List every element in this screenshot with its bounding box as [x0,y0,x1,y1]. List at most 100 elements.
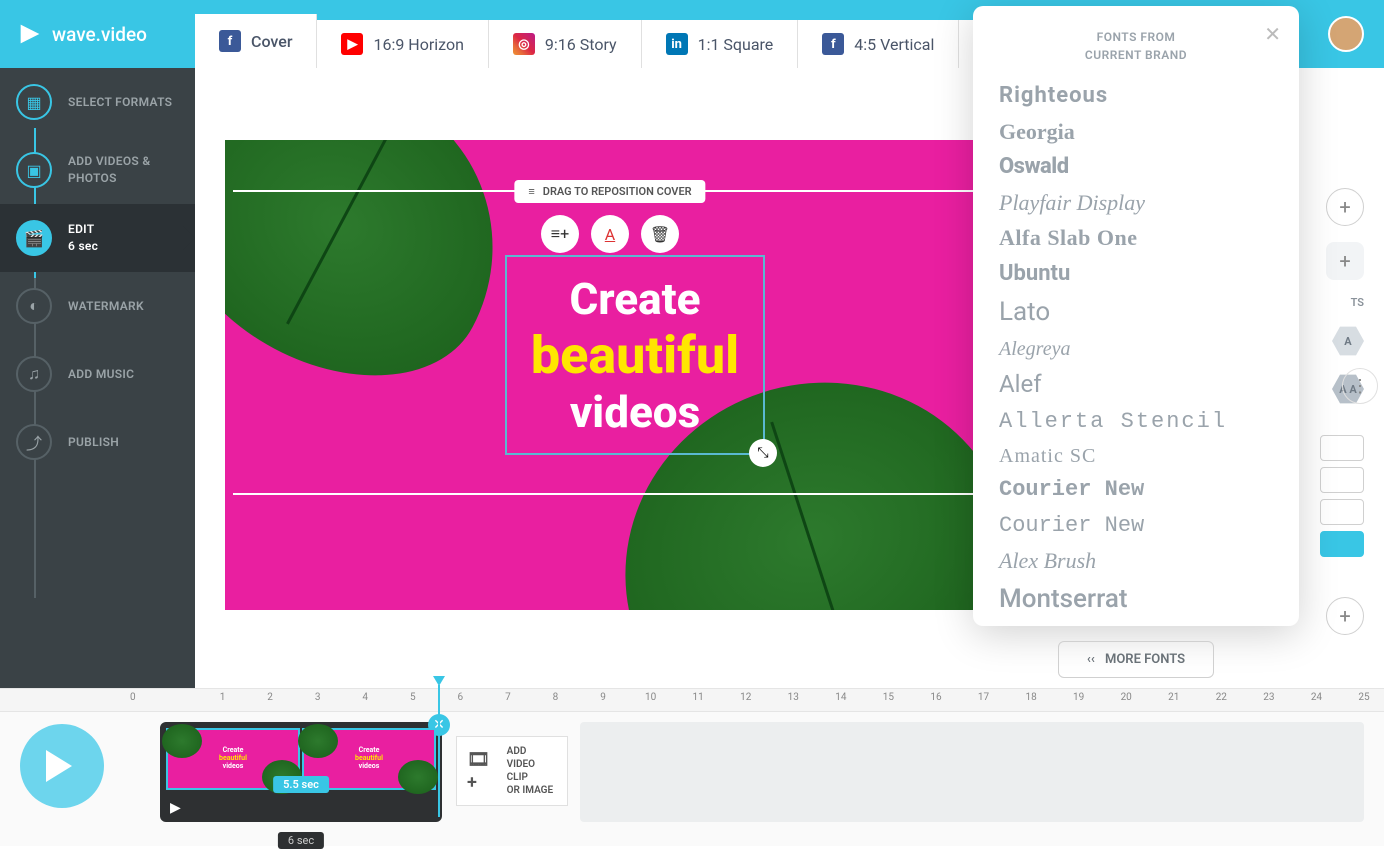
facebook-icon: f [219,30,241,52]
add-clip-label: ADD VIDEO CLIP OR IMAGE [507,745,557,797]
step-select-formats[interactable]: ▦ SELECT FORMATS [0,68,195,136]
tab-label: 1:1 Square [698,35,774,54]
more-fonts-button[interactable]: ‹‹ MORE FONTS [1058,641,1214,678]
clip-total-duration: 6 sec [278,832,324,849]
font-picker-popup: ✕ FONTS FROMCURRENT BRAND Righteous Georg… [973,6,1299,626]
video-clip[interactable]: ✕ Createbeautifulvideos Createbeautifulv… [160,722,442,822]
music-icon: ♫ [16,356,52,392]
tab-story[interactable]: ◎ 9:16 Story [489,20,642,68]
step-publish[interactable]: ⤴ PUBLISH [0,408,195,476]
add-button-bottom[interactable]: + [1326,597,1364,635]
font-option[interactable]: Ubuntu [999,260,1273,289]
reposition-label[interactable]: ≡ DRAG TO REPOSITION COVER [514,180,705,203]
step-music[interactable]: ♫ ADD MUSIC [0,340,195,408]
rail-slots [1320,435,1364,557]
text-line-1: Create [569,273,700,325]
media-icon: ▣ [16,152,52,188]
font-option[interactable]: Amatic SC [999,443,1273,469]
guide-line [233,493,987,495]
add-panel-button[interactable]: + [1326,242,1364,280]
reposition-text: DRAG TO REPOSITION COVER [543,185,692,198]
timeline-ruler[interactable]: 1234567891011121314151617181920212223242… [0,688,1384,712]
watermark-icon: ◐ [16,288,52,324]
font-option[interactable]: Alef [999,369,1273,400]
rail-slot[interactable] [1320,467,1364,493]
more-options[interactable]: ⋮ [1342,368,1378,404]
text-color-button[interactable]: A [591,215,629,253]
canvas[interactable]: ≡ DRAG TO REPOSITION COVER ≡+ A 🗑 Create … [225,140,995,610]
facebook-icon: f [822,33,844,55]
formats-icon: ▦ [16,84,52,120]
ruler-zero: 0 [130,692,136,703]
font-option[interactable]: Righteous [999,82,1273,111]
share-icon: ⤴ [16,424,52,460]
font-popup-title: FONTS FROMCURRENT BRAND [999,28,1273,64]
text-element[interactable]: Create beautiful videos ⤡ [505,255,765,455]
font-option[interactable]: Georgia [999,118,1273,147]
step-label: SELECT FORMATS [68,94,172,111]
font-option[interactable]: Allerta Stencil [999,408,1273,437]
style-group: A [1332,325,1364,357]
font-option[interactable]: Lato [999,296,1273,330]
font-option[interactable]: Montserrat [999,583,1273,617]
step-label: EDIT6 sec [68,221,98,255]
add-clip-icon: 🎞+ [467,748,499,795]
tab-square[interactable]: in 1:1 Square [642,20,799,68]
instagram-icon: ◎ [513,33,535,55]
font-option[interactable]: Courier New [999,512,1273,541]
empty-track[interactable] [580,722,1364,822]
rail-slot[interactable] [1320,435,1364,461]
user-avatar[interactable] [1328,16,1364,52]
delete-button[interactable]: 🗑 [641,215,679,253]
playhead[interactable] [438,685,440,817]
chevron-left-icon: ‹‹ [1087,652,1095,667]
font-option[interactable]: Alegreya [999,336,1273,362]
step-label: PUBLISH [68,434,119,451]
more-fonts-label: MORE FONTS [1105,652,1185,667]
font-option[interactable]: Courier New [999,476,1273,505]
text-line-3: videos [570,386,700,438]
resize-handle[interactable]: ⤡ [749,439,777,467]
text-line-2: beautiful [531,325,739,386]
brand-name: wave.video [52,23,147,46]
rail-slot[interactable] [1320,499,1364,525]
font-option[interactable]: Alex Brush [999,547,1273,576]
edit-icon: 🎬 [16,220,52,256]
right-rail: + + TS A A A + [1320,188,1364,635]
font-option[interactable]: Oswald [999,153,1273,182]
font-option[interactable]: Playfair Display [999,189,1273,218]
leaf-decoration [225,140,551,426]
tab-vertical[interactable]: f4:5 Vertical [798,20,959,68]
tab-label: 16:9 Horizon [373,35,463,54]
step-watermark[interactable]: ◐ WATERMARK [0,272,195,340]
step-add-videos[interactable]: ▣ ADD VIDEOS & PHOTOS [0,136,195,204]
step-label: WATERMARK [68,298,144,315]
play-button[interactable] [20,724,104,808]
tab-horizontal[interactable]: ▶ 16:9 Horizon [317,20,488,68]
linkedin-icon: in [666,33,688,55]
ruler-scale: 1234567891011121314151617181920212223242… [175,689,1364,713]
add-text-button[interactable]: ≡+ [541,215,579,253]
step-edit[interactable]: 🎬 EDIT6 sec [0,204,195,272]
wave-logo-icon [16,20,44,48]
timeline: 1234567891011121314151617181920212223242… [0,688,1384,846]
add-clip-button[interactable]: 🎞+ ADD VIDEO CLIP OR IMAGE [456,736,568,806]
youtube-icon: ▶ [341,33,363,55]
drag-icon: ≡ [528,185,534,198]
font-list: Righteous Georgia Oswald Playfair Display Al… [999,82,1273,617]
style-hex-a[interactable]: A [1332,325,1364,357]
step-label: ADD VIDEOS & PHOTOS [68,153,179,187]
tab-cover[interactable]: fCover [195,14,317,68]
clip-play-button[interactable]: ▶ [170,800,181,816]
font-option[interactable]: Alfa Slab One [999,224,1273,253]
logo[interactable]: wave.video [0,0,195,68]
workflow-sidebar: ▦ SELECT FORMATS ▣ ADD VIDEOS & PHOTOS 🎬 ED… [0,68,195,688]
close-icon[interactable]: ✕ [1264,22,1281,46]
step-label: ADD MUSIC [68,366,134,383]
add-button[interactable]: + [1326,188,1364,226]
clip-duration-badge: 5.5 sec [273,776,329,793]
rail-slot-active[interactable] [1320,531,1364,557]
text-toolbar: ≡+ A 🗑 [541,215,679,253]
rail-section-label: TS [1351,296,1364,309]
tab-label: 9:16 Story [545,35,617,54]
